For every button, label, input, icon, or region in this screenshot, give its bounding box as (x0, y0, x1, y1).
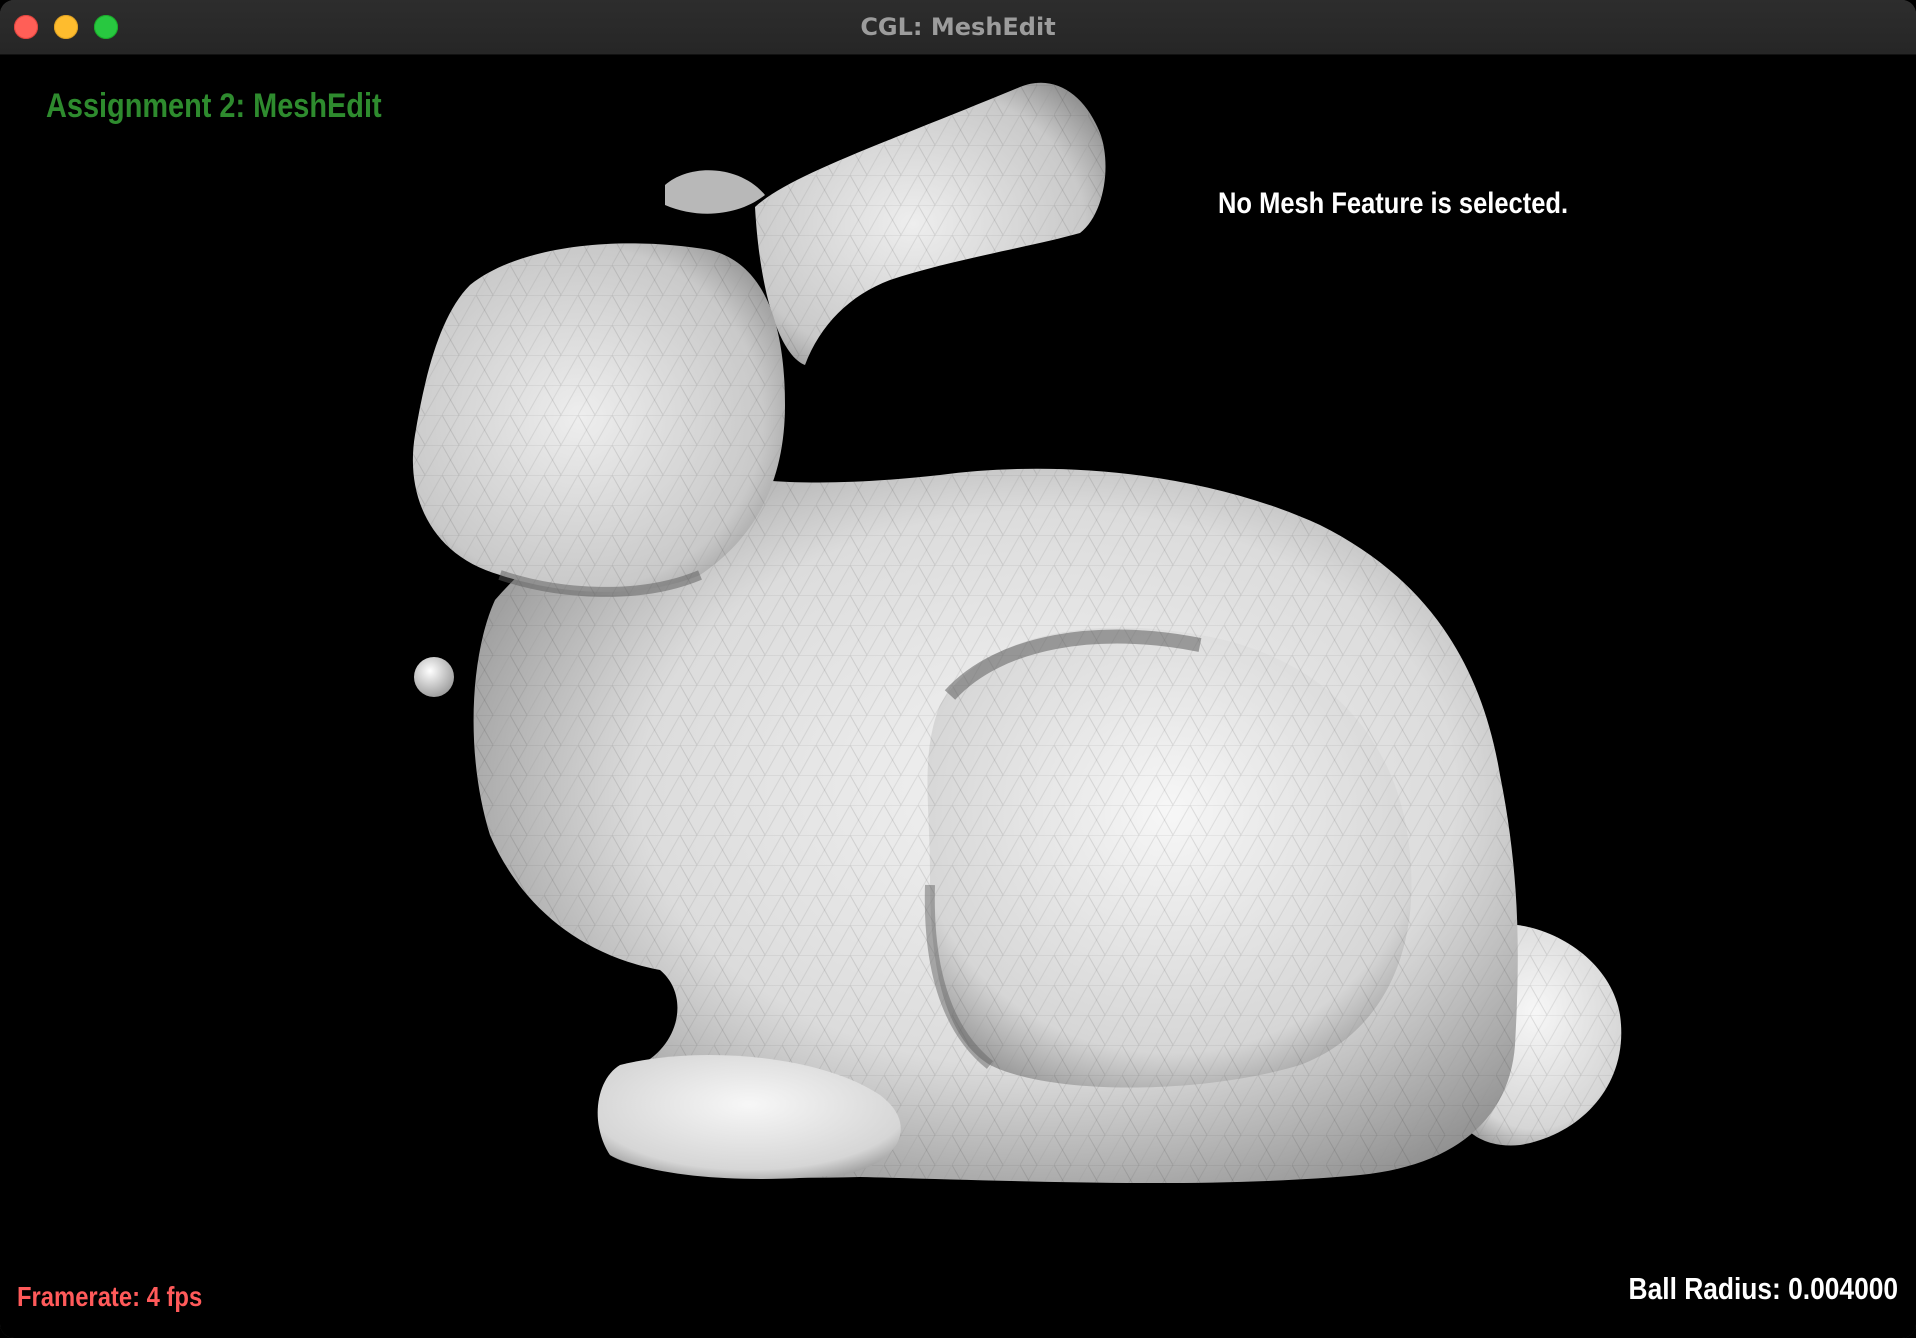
mesh-viewport[interactable]: Assignment 2: MeshEdit No Mesh Feature i… (0, 55, 1916, 1338)
title-bar[interactable]: CGL: MeshEdit (0, 0, 1916, 55)
window-title: CGL: MeshEdit (860, 13, 1056, 41)
bunny-mesh[interactable] (0, 55, 1916, 1338)
assignment-title: Assignment 2: MeshEdit (46, 87, 382, 125)
feature-status: No Mesh Feature is selected. (1218, 187, 1569, 220)
ball-radius-label: Ball Radius: 0.004000 (1628, 1271, 1898, 1306)
framerate-label: Framerate: 4 fps (17, 1281, 203, 1312)
meshedit-window: CGL: MeshEdit Assignment 2: MeshEdit No … (0, 0, 1916, 1338)
selection-ball (414, 657, 454, 697)
